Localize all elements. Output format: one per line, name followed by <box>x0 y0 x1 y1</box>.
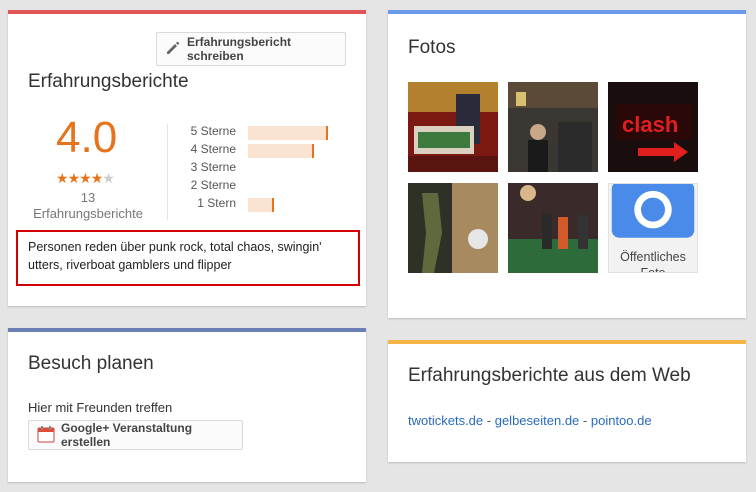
svg-text:clash: clash <box>622 112 678 137</box>
histogram-row: 1 Stern <box>178 196 348 212</box>
histogram-row: 3 Sterne <box>178 160 348 176</box>
web-review-link[interactable]: twotickets.de <box>408 413 483 428</box>
calendar-icon <box>37 425 55 446</box>
reviews-card-accent <box>8 10 366 14</box>
upload-photo-button[interactable]: Öffentliches Foto hochladen <box>608 183 698 273</box>
photos-title: Fotos <box>408 37 456 58</box>
histogram-row: 5 Sterne <box>178 124 348 140</box>
create-event-label: Google+ Veranstaltung erstellen <box>61 421 193 449</box>
histogram-row: 4 Sterne <box>178 142 348 158</box>
plan-visit-card: Besuch planen Hier mit Freunden treffen … <box>8 328 366 482</box>
star-filled-icon: ★ <box>67 170 81 186</box>
histogram-label: 3 Sterne <box>190 160 236 174</box>
visit-card-accent <box>8 328 366 332</box>
web-card-accent <box>388 340 746 344</box>
histogram-bar <box>248 144 314 158</box>
star-rating: ★★★★★ <box>56 170 115 187</box>
upload-label-line1: Öffentliches <box>620 250 686 264</box>
photos-card-accent <box>388 10 746 14</box>
histogram-row: 2 Sterne <box>178 178 348 194</box>
star-filled-icon: ★ <box>90 170 104 186</box>
reviews-title: Erfahrungsberichte <box>28 71 189 92</box>
web-review-link[interactable]: pointoo.de <box>591 413 652 428</box>
photo-wall-art[interactable] <box>408 183 498 273</box>
review-snippet: Personen reden über punk rock, total cha… <box>16 230 360 286</box>
star-filled-icon: ★ <box>56 170 69 186</box>
star-filled-icon: ★ <box>79 170 92 186</box>
write-review-label: Erfahrungsbericht schreiben <box>187 35 292 63</box>
review-count: 13 <box>80 190 96 205</box>
photo-bar-people[interactable] <box>508 82 598 172</box>
star-empty-icon: ★ <box>102 170 115 186</box>
histogram-label: 5 Sterne <box>190 124 236 138</box>
plan-visit-title: Besuch planen <box>28 353 154 374</box>
upload-label-line2: Foto <box>640 266 666 273</box>
histogram-label: 4 Sterne <box>190 142 236 156</box>
pencil-icon <box>165 40 181 59</box>
reviews-card: Erfahrungsbericht schreiben Erfahrungsbe… <box>8 10 366 306</box>
web-reviews-card: Erfahrungsberichte aus dem Web twoticket… <box>388 340 746 462</box>
rating-value: 4.0 <box>56 113 118 162</box>
web-reviews-title: Erfahrungsberichte aus dem Web <box>408 365 691 386</box>
photo-foosball[interactable] <box>408 82 498 172</box>
plan-visit-subtitle: Hier mit Freunden treffen <box>28 400 173 415</box>
create-event-button[interactable]: Google+ Veranstaltung erstellen <box>28 420 243 450</box>
histogram-label: 1 Stern <box>197 196 236 210</box>
write-review-button[interactable]: Erfahrungsbericht schreiben <box>156 32 346 66</box>
web-review-link[interactable]: gelbeseiten.de <box>495 413 580 428</box>
photo-clash-sign[interactable]: clash <box>608 82 698 172</box>
link-separator: - <box>483 413 495 428</box>
histogram-label: 2 Sterne <box>190 178 236 192</box>
photos-card: Fotos clash Öffentliches Foto hochladen <box>388 10 746 318</box>
link-separator: - <box>579 413 591 428</box>
photo-billiards[interactable] <box>508 183 598 273</box>
divider <box>167 124 168 220</box>
web-review-links: twotickets.de - gelbeseiten.de - pointoo… <box>408 413 652 428</box>
review-count-label: Erfahrungsberichte <box>33 206 143 221</box>
histogram-bar <box>248 198 274 212</box>
histogram-bar <box>248 126 328 140</box>
camera-icon <box>609 184 697 249</box>
